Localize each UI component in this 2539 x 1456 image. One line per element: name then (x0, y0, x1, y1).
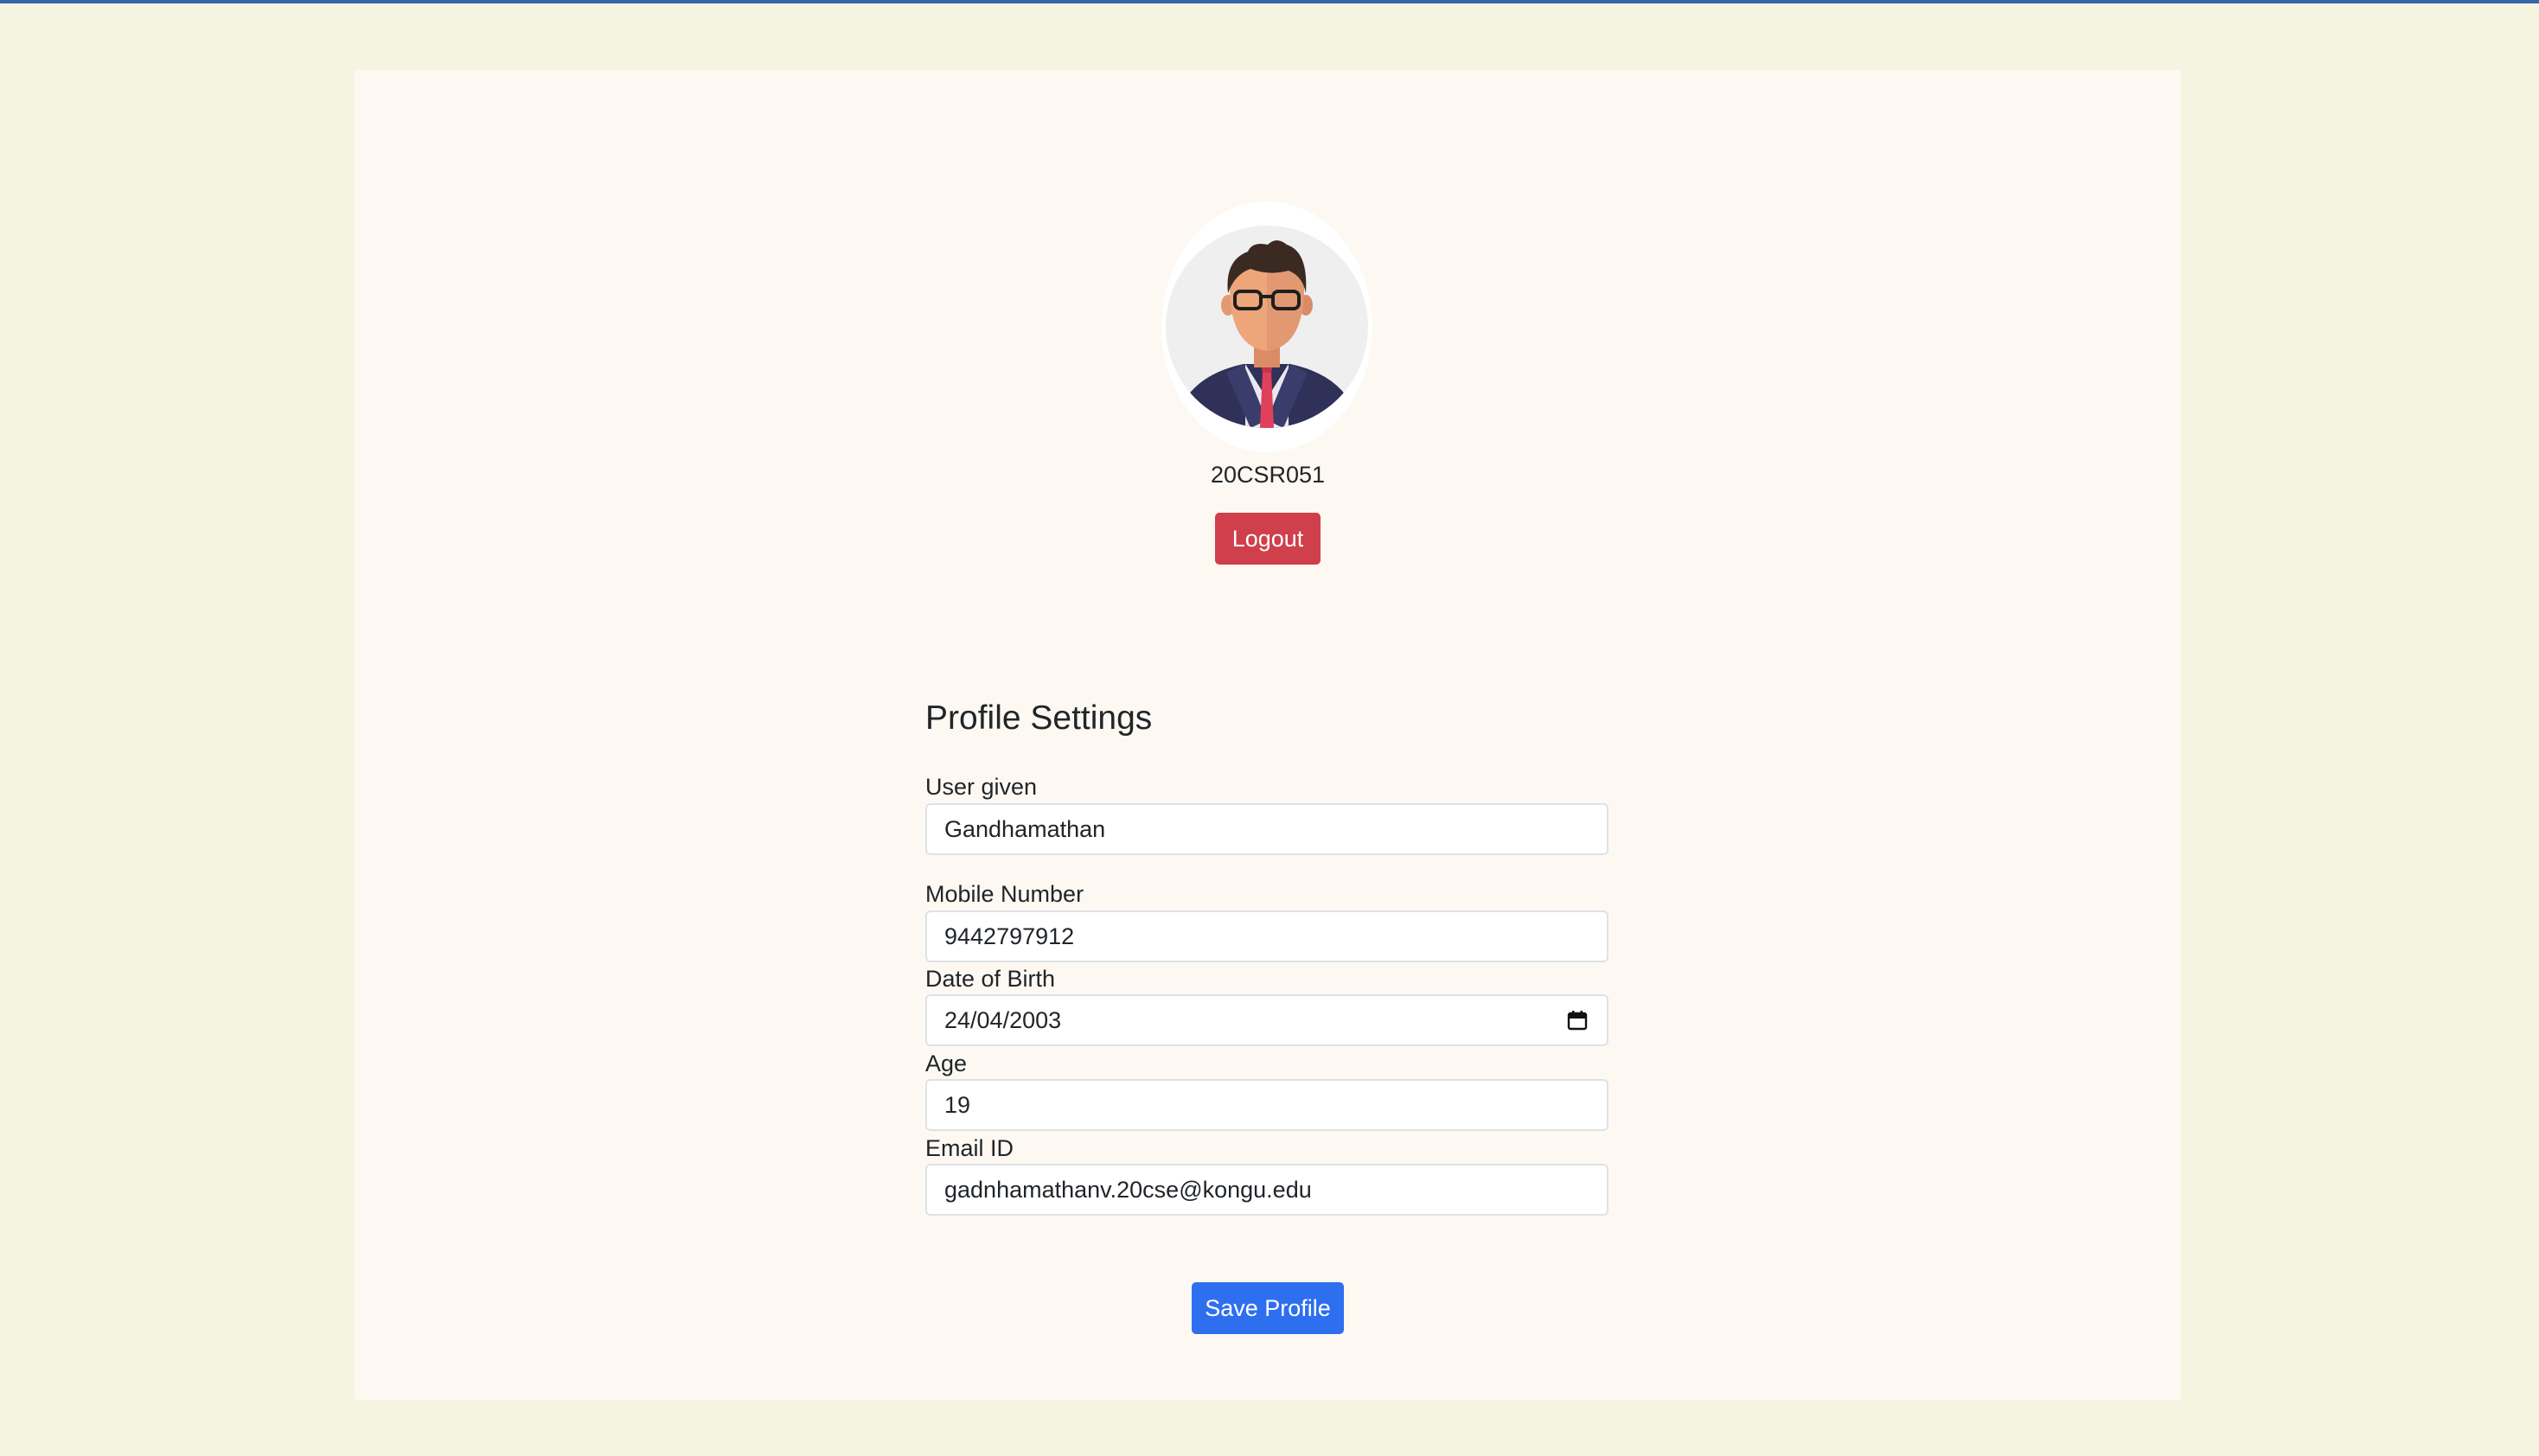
email-id-label: Email ID (925, 1135, 1014, 1161)
user-given-input[interactable] (925, 803, 1608, 855)
avatar-icon (1166, 226, 1368, 428)
page-title: Profile Settings (925, 699, 1153, 737)
mobile-number-label: Mobile Number (925, 881, 1084, 907)
date-of-birth-label: Date of Birth (925, 966, 1056, 992)
date-of-birth-value: 24/04/2003 (944, 1007, 1062, 1033)
logout-button[interactable]: Logout (1215, 513, 1321, 565)
mobile-number-input[interactable] (925, 910, 1608, 962)
window-top-border (0, 0, 2539, 3)
age-input[interactable] (925, 1079, 1608, 1131)
save-profile-button[interactable]: Save Profile (1192, 1282, 1344, 1334)
avatar (1161, 201, 1372, 452)
email-id-input[interactable] (925, 1164, 1608, 1216)
user-given-label: User given (925, 774, 1038, 800)
calendar-icon[interactable] (1567, 1010, 1588, 1031)
age-label: Age (925, 1050, 968, 1076)
user-id: 20CSR051 (1210, 462, 1326, 488)
date-of-birth-input[interactable]: 24/04/2003 (925, 994, 1608, 1046)
